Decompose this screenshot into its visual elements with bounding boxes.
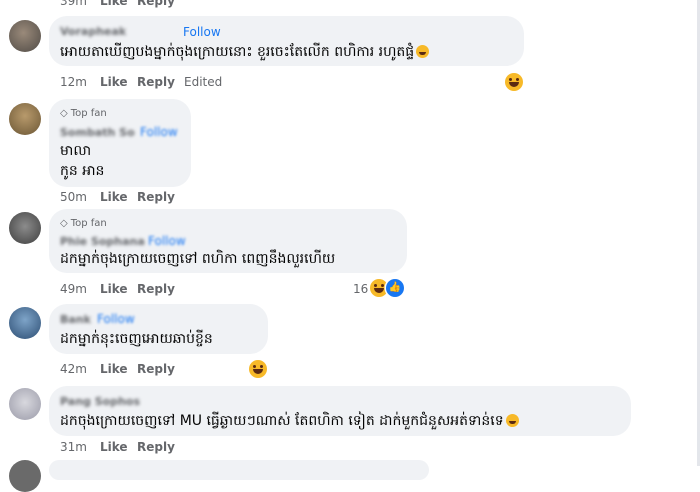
time-label: 42m xyxy=(60,362,87,376)
avatar[interactable] xyxy=(9,103,41,135)
follow-button[interactable]: Follow xyxy=(97,312,135,326)
comment-bubble: ◇ Top fan Phie Sophana Follow ដកម្នាក់ចុង… xyxy=(49,209,407,273)
diamond-icon: ◇ xyxy=(60,108,68,119)
author-name[interactable]: Vorapheak xyxy=(60,25,126,38)
like-link[interactable]: Like xyxy=(100,0,128,8)
avatar[interactable] xyxy=(9,20,41,52)
author-name[interactable]: Sombath So xyxy=(60,126,135,139)
reply-link[interactable]: Reply xyxy=(137,0,175,8)
reply-link[interactable]: Reply xyxy=(137,362,175,376)
avatar[interactable] xyxy=(9,388,41,420)
comment-text: អោយតាឃើញបងម្នាក់ចុងក្រោយនោះ ខួរចេះតែលើក … xyxy=(60,42,430,63)
smile-emoji-icon xyxy=(416,45,430,58)
comment-text: ដកម្នាក់ចុងក្រោយចេញទៅ ពហិកា ពេញនឹងលួរហើយ xyxy=(60,251,336,267)
comment-meta: 49m Like Reply xyxy=(60,282,260,296)
comment-meta: 42m Like Reply xyxy=(60,362,260,376)
badge-label: Top fan xyxy=(70,108,107,119)
comment-bubble xyxy=(49,460,429,480)
author-name[interactable]: Bank xyxy=(60,313,91,326)
reply-link[interactable]: Reply xyxy=(137,282,175,296)
time-label: 50m xyxy=(60,190,87,204)
badge-label: Top fan xyxy=(70,218,107,229)
like-link[interactable]: Like xyxy=(100,362,128,376)
top-fan-badge: ◇ Top fan xyxy=(60,218,107,229)
like-link[interactable]: Like xyxy=(100,282,128,296)
comment-text-content: ដកចុងក្រោយចេញទៅ MU ធ្វើឆ្ងាយៗណាស់ តែពហិក… xyxy=(60,413,504,429)
comment-text-line1: មាលា xyxy=(60,143,92,159)
avatar[interactable] xyxy=(9,460,41,492)
like-link[interactable]: Like xyxy=(100,440,128,454)
comment-bubble: Vorapheak Follow អោយតាឃើញបងម្នាក់ចុងក្រោ… xyxy=(49,16,524,66)
reaction-count[interactable]: 16 xyxy=(353,282,368,296)
time-label: 49m xyxy=(60,282,87,296)
author-name[interactable]: Phie Sophana xyxy=(60,235,145,248)
comment-bubble: ◇ Top fan Sombath So Follow មាលា កូន អាន xyxy=(49,99,191,187)
time-label: 39m xyxy=(60,0,87,8)
author-name[interactable]: Pang Sophos xyxy=(60,395,140,408)
top-fan-badge: ◇ Top fan xyxy=(60,108,107,119)
haha-reaction-icon[interactable] xyxy=(249,360,267,378)
time-label: 12m xyxy=(60,75,87,89)
comment-text-line2: កូន អាន xyxy=(60,163,105,179)
follow-button[interactable]: Follow xyxy=(148,234,186,248)
time-label: 31m xyxy=(60,440,87,454)
edited-label: Edited xyxy=(184,75,223,89)
reply-link[interactable]: Reply xyxy=(137,440,175,454)
diamond-icon: ◇ xyxy=(60,218,68,229)
reply-link[interactable]: Reply xyxy=(137,190,175,204)
surprised-emoji-icon xyxy=(505,414,519,427)
follow-button[interactable]: Follow xyxy=(140,125,178,139)
avatar[interactable] xyxy=(9,307,41,339)
avatar[interactable] xyxy=(9,212,41,244)
comment-meta: 12m Like Reply Edited xyxy=(60,75,260,89)
comment-meta: 50m Like Reply xyxy=(60,190,260,204)
like-link[interactable]: Like xyxy=(100,190,128,204)
comment-text-content: អោយតាឃើញបងម្នាក់ចុងក្រោយនោះ ខួរចេះតែលើក … xyxy=(60,44,415,60)
reply-link[interactable]: Reply xyxy=(137,75,175,89)
comment-text: ដកចុងក្រោយចេញទៅ MU ធ្វើឆ្ងាយៗណាស់ តែពហិក… xyxy=(60,411,519,432)
comment-bubble: Bank Follow ដកម្នាក់នុះចេញអោយឆាប់ខ្ចីន xyxy=(49,304,268,354)
comment-text: ដកម្នាក់នុះចេញអោយឆាប់ខ្ចីន xyxy=(60,331,213,347)
like-reaction-icon[interactable]: 👍 xyxy=(386,279,404,297)
like-link[interactable]: Like xyxy=(100,75,128,89)
haha-reaction-icon[interactable] xyxy=(505,73,523,91)
comment-bubble: Pang Sophos ដកចុងក្រោយចេញទៅ MU ធ្វើឆ្ងាយ… xyxy=(49,386,631,436)
follow-button[interactable]: Follow xyxy=(183,25,221,39)
comment-meta: 31m Like Reply xyxy=(60,440,260,454)
